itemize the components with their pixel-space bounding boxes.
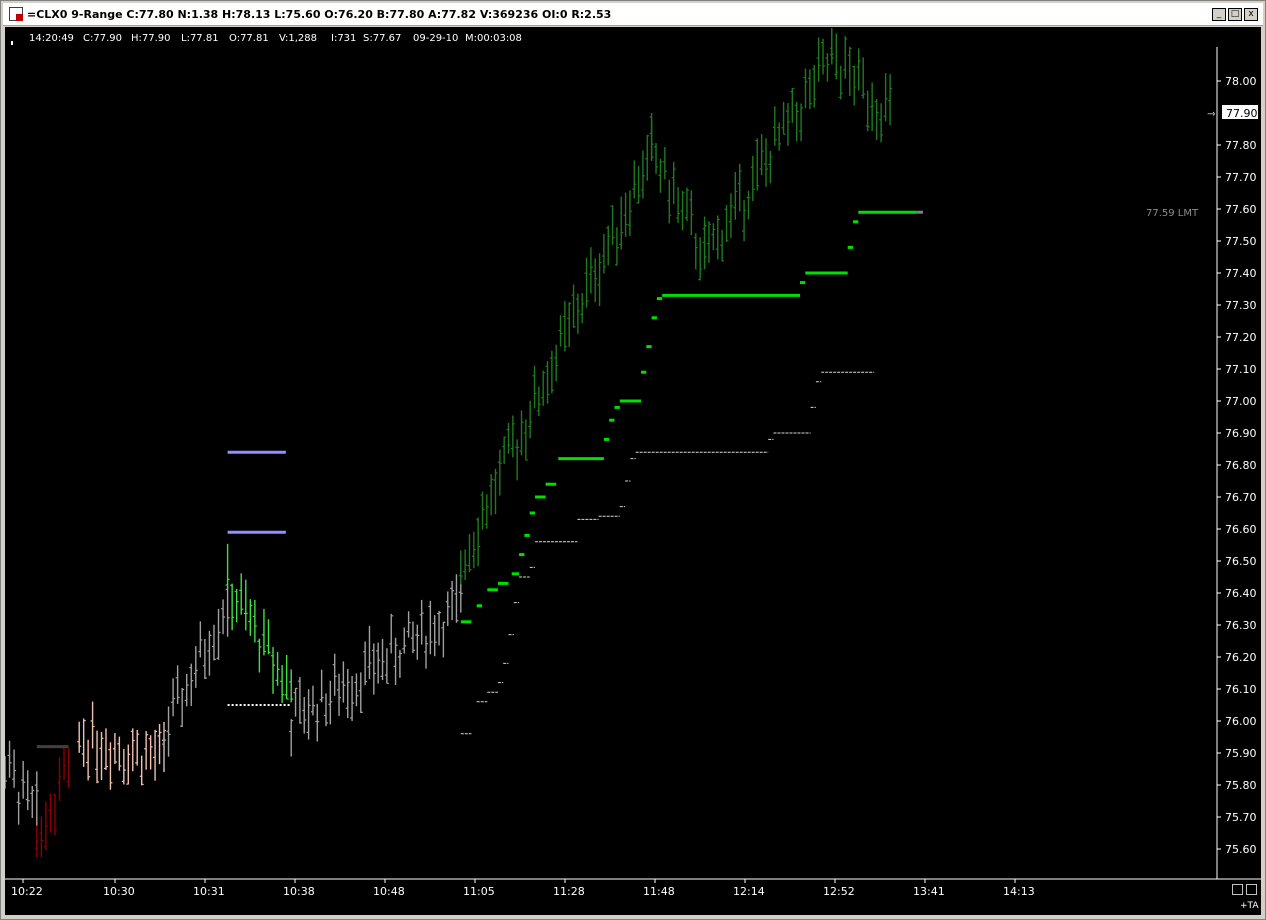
y-tick-label: 75.90 [1225, 747, 1257, 760]
y-tick-label: 76.70 [1225, 491, 1257, 504]
last-price-label: 77.90 [1226, 107, 1258, 120]
price-chart[interactable]: 14:20:49 C:77.90 H:77.90 L:77.81 O:77.81… [3, 27, 1261, 915]
info-volume: V:1,288 [279, 33, 317, 44]
x-tick-label: 10:48 [373, 885, 405, 898]
minimize-button[interactable]: _ [1212, 8, 1226, 21]
y-tick-label: 76.80 [1225, 459, 1257, 472]
info-i: I:731 [331, 33, 356, 44]
app-icon[interactable] [9, 7, 23, 21]
y-tick-label: 77.20 [1225, 331, 1257, 344]
y-tick-label: 76.60 [1225, 523, 1257, 536]
x-tick-label: 10:30 [103, 885, 135, 898]
y-tick-label: 77.80 [1225, 139, 1257, 152]
ta-label[interactable]: +TA [1240, 901, 1259, 911]
y-tick-label: 75.70 [1225, 811, 1257, 824]
y-tick-label: 78.00 [1225, 75, 1257, 88]
x-tick-label: 10:22 [11, 885, 43, 898]
x-tick-label: 10:31 [193, 885, 225, 898]
x-tick-label: 14:13 [1003, 885, 1035, 898]
info-date: 09-29-10 [413, 33, 458, 44]
layout-toggle-b[interactable] [1246, 884, 1257, 895]
y-tick-label: 77.50 [1225, 235, 1257, 248]
y-tick-label: 76.00 [1225, 715, 1257, 728]
y-tick-label: 76.10 [1225, 683, 1257, 696]
info-high: H:77.90 [131, 33, 171, 44]
price-pointer-icon: ⇾ [1207, 109, 1216, 120]
chart-area[interactable]: 14:20:49 C:77.90 H:77.90 L:77.81 O:77.81… [3, 27, 1261, 915]
info-open: O:77.81 [229, 33, 269, 44]
info-m: M:00:03:08 [465, 33, 522, 44]
y-tick-label: 77.30 [1225, 299, 1257, 312]
x-tick-label: 12:52 [823, 885, 855, 898]
info-low: L:77.81 [181, 33, 219, 44]
y-tick-label: 75.60 [1225, 843, 1257, 856]
close-button[interactable]: x [1244, 8, 1258, 21]
x-tick-label: 11:48 [643, 885, 675, 898]
order-label[interactable]: 77.59 LMT [1146, 208, 1199, 219]
title-bar[interactable]: =CLX0 9-Range C:77.80 N:1.38 H:78.13 L:7… [3, 3, 1263, 26]
chart-window: =CLX0 9-Range C:77.80 N:1.38 H:78.13 L:7… [0, 0, 1266, 920]
window-title: =CLX0 9-Range C:77.80 N:1.38 H:78.13 L:7… [27, 8, 612, 21]
layout-toggle-a[interactable] [1232, 884, 1243, 895]
y-tick-label: 76.50 [1225, 555, 1257, 568]
x-tick-label: 13:41 [913, 885, 945, 898]
info-time: 14:20:49 [29, 33, 74, 44]
y-tick-label: 76.90 [1225, 427, 1257, 440]
y-tick-label: 76.40 [1225, 587, 1257, 600]
x-tick-label: 12:14 [733, 885, 765, 898]
y-tick-label: 77.60 [1225, 203, 1257, 216]
x-tick-label: 11:28 [553, 885, 585, 898]
y-tick-label: 77.40 [1225, 267, 1257, 280]
info-s: S:77.67 [363, 33, 401, 44]
y-tick-label: 76.30 [1225, 619, 1257, 632]
y-tick-label: 77.00 [1225, 395, 1257, 408]
y-tick-label: 77.10 [1225, 363, 1257, 376]
x-tick-label: 10:38 [283, 885, 315, 898]
y-tick-label: 76.20 [1225, 651, 1257, 664]
info-bar: 14:20:49 C:77.90 H:77.90 L:77.81 O:77.81… [11, 33, 522, 45]
x-tick-label: 11:05 [463, 885, 495, 898]
y-tick-label: 77.70 [1225, 171, 1257, 184]
info-close: C:77.90 [83, 33, 122, 44]
maximize-button[interactable]: □ [1228, 8, 1242, 21]
y-tick-label: 75.80 [1225, 779, 1257, 792]
